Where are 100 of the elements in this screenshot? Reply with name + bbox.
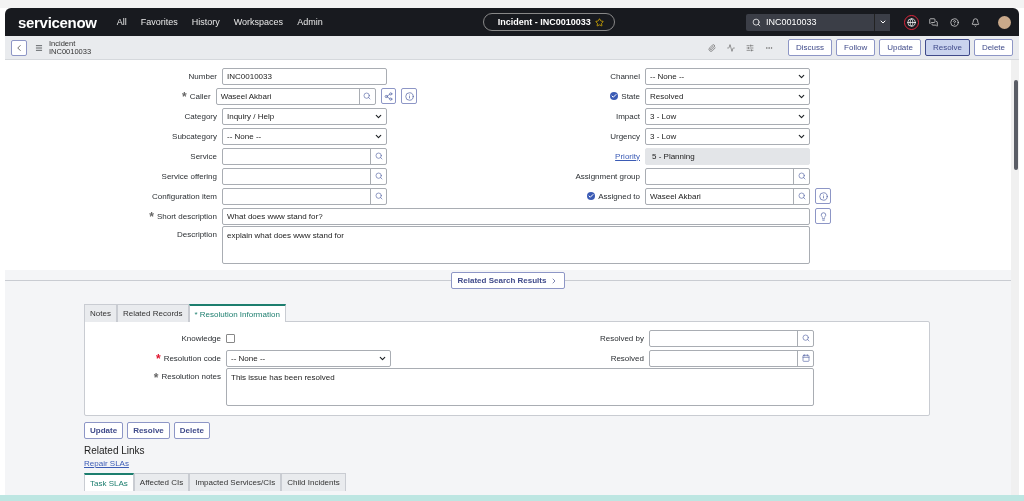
header-action-button[interactable]: Discuss: [788, 39, 833, 56]
caret-icon: [878, 18, 887, 26]
info-button[interactable]: [401, 88, 417, 104]
lookup-field[interactable]: [649, 329, 814, 347]
star-icon[interactable]: [594, 17, 604, 27]
select-field[interactable]: -- None --: [226, 349, 391, 367]
field-label: State: [621, 91, 640, 101]
header-action-button[interactable]: Delete: [973, 39, 1013, 56]
related-list-tab[interactable]: Affected CIs: [133, 473, 190, 491]
required-mark: *: [155, 354, 161, 362]
field-label: Resolution notes: [161, 372, 221, 381]
field-label: Description: [177, 230, 217, 239]
search-icon[interactable]: [374, 172, 383, 180]
required-mark: *: [182, 92, 187, 100]
related-link[interactable]: Repair SLAs: [84, 459, 129, 468]
section-tab[interactable]: Notes: [84, 304, 117, 322]
form-action-button[interactable]: Update: [84, 422, 124, 439]
search-icon[interactable]: [797, 192, 806, 200]
lookup-field[interactable]: [222, 167, 387, 185]
nav-menu-item[interactable]: History: [191, 17, 220, 27]
textarea-field[interactable]: explain what does www stand for: [222, 226, 810, 264]
settings-icon[interactable]: [746, 43, 755, 52]
related-list-tab[interactable]: Child Incidents: [281, 473, 346, 491]
select-field[interactable]: -- None --: [645, 67, 810, 85]
textarea-field[interactable]: This issue has been resolved: [226, 368, 814, 406]
field-label: Caller: [189, 91, 211, 101]
field-label: Resolved: [610, 353, 644, 363]
field-label: Service offering: [161, 171, 217, 181]
header-action-button[interactable]: Resolve: [924, 39, 970, 56]
select-field[interactable]: 3 - Low: [645, 107, 810, 125]
header-action-button[interactable]: Update: [879, 39, 921, 56]
section-tab[interactable]: * Resolution Information: [188, 304, 286, 322]
nav-menu-item[interactable]: Admin: [297, 17, 323, 27]
field-label: Configuration item: [152, 191, 217, 201]
related-search-button[interactable]: Related Search Results: [450, 272, 566, 289]
lookup-field[interactable]: Waseel Akbari: [645, 187, 810, 205]
search-icon: [752, 17, 761, 27]
share-button[interactable]: [380, 88, 397, 104]
field-label: Assigned to: [598, 191, 640, 201]
calendar-icon[interactable]: [801, 354, 810, 362]
activity-icon[interactable]: [727, 43, 736, 52]
select-field[interactable]: -- None --: [222, 127, 387, 145]
lightbulb-button[interactable]: [815, 208, 831, 224]
date-field[interactable]: [649, 349, 814, 367]
select-field[interactable]: 3 - Low: [645, 127, 810, 145]
field-label: Assignment group: [575, 171, 640, 181]
user-avatar[interactable]: [998, 15, 1011, 29]
section-heading: Related Links: [84, 445, 146, 456]
info-button[interactable]: [815, 188, 831, 204]
field-label: Impact: [616, 111, 640, 121]
field-label: Resolved by: [599, 333, 644, 343]
field-label: Subcategory: [172, 131, 217, 141]
nav-menu-item[interactable]: All: [116, 17, 127, 27]
field-label: Resolution code: [163, 353, 221, 363]
section-tab[interactable]: Related Records: [116, 304, 189, 322]
text-field[interactable]: What does www stand for?: [222, 207, 810, 225]
readonly-field: 5 - Planning: [645, 147, 810, 165]
field-label: Channel: [610, 71, 640, 81]
back-button[interactable]: [11, 39, 27, 56]
related-list-tab[interactable]: Impacted Services/CIs: [189, 473, 282, 491]
text-field[interactable]: INC0010033: [222, 67, 387, 85]
menu-icon[interactable]: [35, 43, 43, 52]
field-label: Number: [188, 71, 217, 81]
share-icon: [384, 91, 394, 101]
lookup-field[interactable]: [222, 187, 387, 205]
field-label: Short description: [156, 211, 217, 221]
search-icon[interactable]: [374, 192, 383, 200]
field-label: Urgency: [610, 131, 640, 141]
form-action-button[interactable]: Delete: [173, 422, 210, 439]
chat-icon[interactable]: [929, 17, 938, 27]
paperclip-icon[interactable]: [708, 43, 717, 52]
globe-icon: [907, 17, 916, 27]
search-icon[interactable]: [363, 92, 372, 100]
search-field[interactable]: INC0010033: [746, 13, 874, 31]
related-list-tab[interactable]: Task SLAs: [84, 473, 134, 491]
field-label: Service: [190, 151, 217, 161]
search-scope-dropdown[interactable]: [874, 13, 890, 31]
info-icon: [818, 191, 828, 201]
logo[interactable]: servicenow: [18, 13, 97, 31]
info-icon: [404, 91, 414, 101]
nav-menu-item[interactable]: Workspaces: [233, 17, 284, 27]
checkbox[interactable]: [226, 333, 235, 343]
form-action-button[interactable]: Resolve: [127, 422, 170, 439]
search-icon[interactable]: [374, 152, 383, 160]
chevron-left-icon: [14, 42, 24, 53]
required-mark: *: [149, 212, 154, 220]
field-label-link[interactable]: Priority: [615, 151, 640, 161]
select-field[interactable]: Resolved: [645, 87, 810, 105]
required-mark: *: [153, 372, 159, 381]
field-label: Knowledge: [181, 333, 221, 343]
lookup-field[interactable]: [222, 147, 387, 165]
search-icon[interactable]: [797, 172, 806, 180]
header-action-button[interactable]: Follow: [836, 39, 876, 56]
nav-menu-item[interactable]: Favorites: [140, 17, 178, 27]
lookup-field[interactable]: [645, 167, 810, 185]
bell-icon[interactable]: [971, 17, 980, 27]
select-field[interactable]: Inquiry / Help: [222, 107, 387, 125]
search-icon[interactable]: [801, 334, 810, 342]
lookup-field[interactable]: Waseel Akbari: [215, 87, 376, 105]
help-icon[interactable]: [950, 17, 959, 27]
